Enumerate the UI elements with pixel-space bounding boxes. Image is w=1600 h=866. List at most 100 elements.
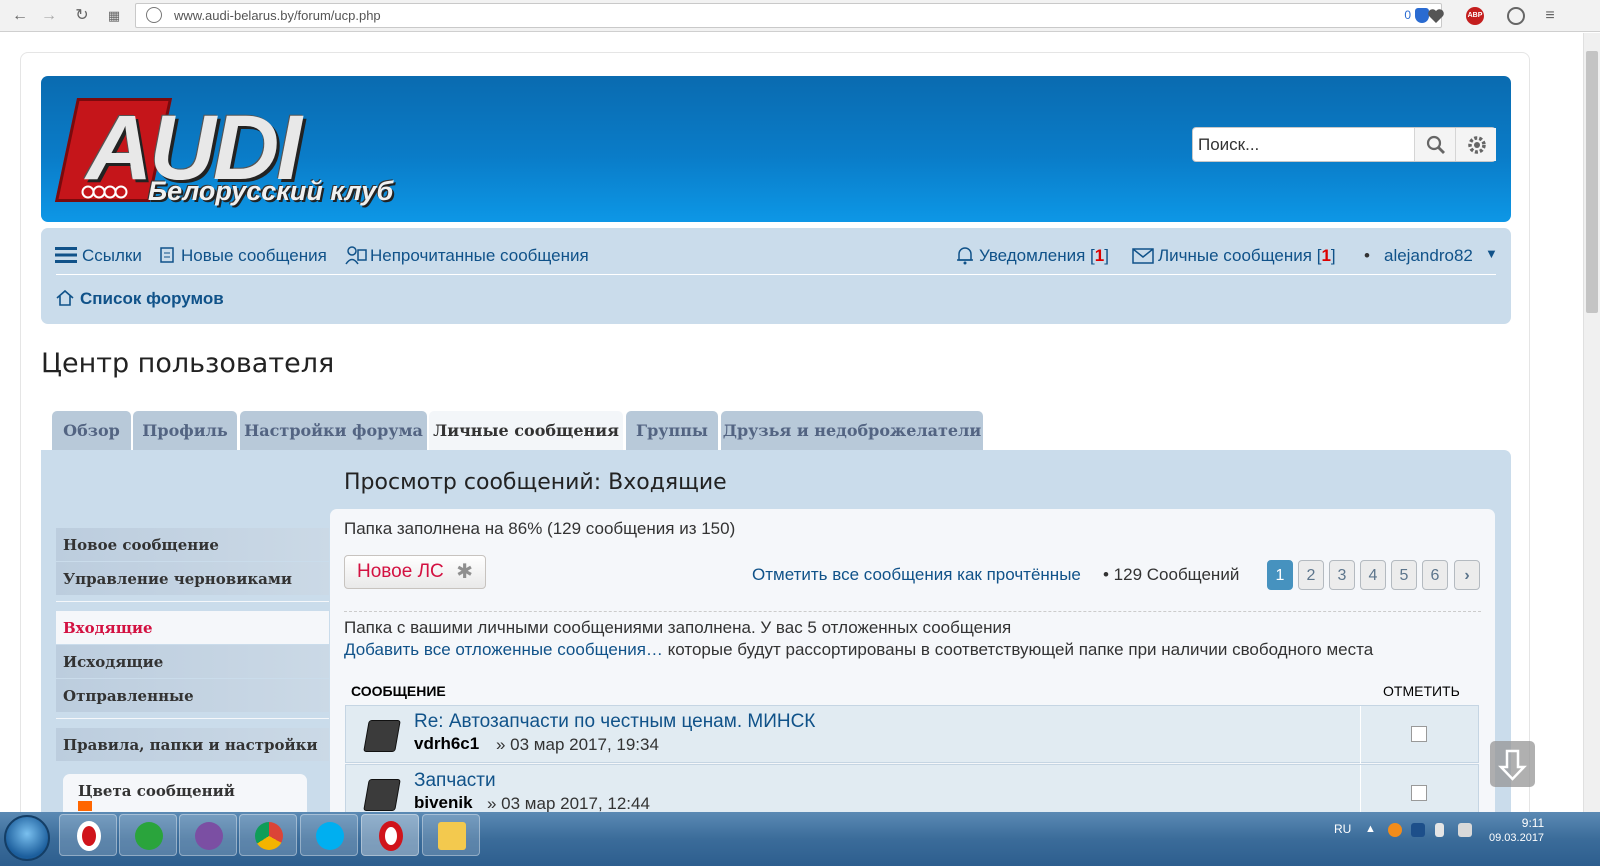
message-read-icon (363, 779, 401, 811)
heart-icon[interactable] (1426, 6, 1446, 26)
hamburger-icon[interactable] (55, 247, 77, 263)
tray-clock-date[interactable]: 09.03.2017 (1489, 832, 1544, 844)
url-text[interactable]: www.audi-belarus.by/forum/ucp.php (174, 8, 381, 23)
menu-icon[interactable]: ≡ (1540, 6, 1560, 26)
message-title-link[interactable]: Re: Автозапчасти по честным ценам. МИНСК (414, 711, 815, 733)
sidebar-item-inbox[interactable]: Входящие (56, 611, 329, 644)
dashed-divider (344, 611, 1481, 612)
speed-dial-grid-icon[interactable]: ▦ (104, 6, 124, 26)
add-held-messages-link[interactable]: Добавить все отложенные сообщения… (344, 640, 663, 659)
tab-private-messages[interactable]: Личные сообщения (429, 411, 623, 451)
username-menu[interactable]: alejandro82 (1384, 246, 1473, 266)
tab-profile[interactable]: Профиль (133, 411, 237, 450)
private-messages-link[interactable]: Личные сообщения [1] (1158, 246, 1336, 266)
sidebar-item-sent[interactable]: Отправленные (56, 679, 329, 712)
search-input[interactable] (1193, 128, 1414, 161)
network-icon[interactable] (1458, 823, 1472, 837)
gear-icon (1468, 136, 1486, 154)
chevron-down-icon[interactable]: ▼ (1485, 246, 1498, 261)
bullet-separator: • (1364, 246, 1370, 265)
pagination-page-1[interactable]: 1 (1267, 560, 1293, 590)
tray-app-icon[interactable] (1388, 823, 1402, 837)
new-pm-button[interactable]: Новое ЛС ✱ (344, 555, 486, 589)
tab-friends-foes[interactable]: Друзья и недоброжелатели (721, 411, 983, 450)
search-button[interactable] (1414, 128, 1455, 161)
arrow-down-icon (1498, 749, 1527, 781)
adblock-plus-icon[interactable]: ABP (1466, 7, 1484, 25)
navbar (41, 228, 1511, 324)
notifications-link[interactable]: Уведомления [1] (979, 246, 1109, 266)
taskbar-opera-app-active[interactable] (361, 814, 419, 856)
page-title: Центр пользователя (41, 348, 335, 379)
sidebar-item-drafts[interactable]: Управление черновиками (56, 562, 329, 595)
message-count: • 129 Сообщений (1103, 565, 1240, 584)
sidebar-item-rules-folders[interactable]: Правила, папки и настройки (56, 728, 329, 761)
download-icon[interactable] (1507, 7, 1525, 25)
message-date: » 03 мар 2017, 19:34 (496, 735, 659, 754)
taskbar-viber-app[interactable] (179, 814, 237, 856)
browser-toolbar: ← → ↻ ▦ www.audi-belarus.by/forum/ucp.ph… (0, 0, 1600, 32)
notifications-label: Уведомления (979, 246, 1086, 265)
tab-overview[interactable]: Обзор (52, 411, 131, 450)
message-mark-checkbox[interactable] (1411, 726, 1427, 742)
windows-start-button[interactable] (4, 815, 50, 861)
sidebar-item-compose[interactable]: Новое сообщение (56, 528, 329, 561)
message-title-link[interactable]: Запчасти (414, 770, 496, 792)
mail-agent-icon (135, 822, 163, 850)
bluetooth-icon[interactable] (1411, 823, 1425, 837)
mark-all-read-link[interactable]: Отметить все сообщения как прочтённые (752, 565, 1081, 585)
new-posts-link[interactable]: Новые сообщения (181, 246, 327, 266)
taskbar-skype-app[interactable] (300, 814, 358, 856)
new-posts-icon (160, 247, 174, 263)
pagination-page-4[interactable]: 4 (1360, 560, 1386, 590)
back-arrow-icon[interactable]: ← (10, 6, 30, 26)
address-bar[interactable]: www.audi-belarus.by/forum/ucp.php 0 (135, 3, 1442, 28)
pagination-page-6[interactable]: 6 (1422, 560, 1448, 590)
navbar-divider (56, 274, 1496, 275)
reload-icon[interactable]: ↻ (72, 6, 92, 26)
pagination-page-2[interactable]: 2 (1298, 560, 1324, 590)
site-info-icon[interactable] (146, 7, 162, 23)
message-author-link[interactable]: bivenik (414, 793, 473, 813)
scroll-down-button[interactable] (1490, 741, 1535, 787)
tray-clock-time[interactable]: 9:11 (1503, 816, 1563, 830)
pagination-page-3[interactable]: 3 (1329, 560, 1355, 590)
opera-icon (77, 821, 101, 851)
message-mark-checkbox[interactable] (1411, 785, 1427, 801)
held-messages-notice: Добавить все отложенные сообщения… котор… (344, 640, 1373, 660)
pagination-next-chevron-icon[interactable]: › (1454, 560, 1480, 590)
sidebar-divider (56, 718, 329, 719)
pagination-page-5[interactable]: 5 (1391, 560, 1417, 590)
page-scrollbar[interactable] (1583, 33, 1600, 829)
advanced-search-button[interactable] (1455, 128, 1496, 161)
tray-expand-icon[interactable]: ▲ (1365, 823, 1379, 837)
content-title: Просмотр сообщений: Входящие (344, 470, 727, 495)
links-menu[interactable]: Ссылки (82, 246, 142, 266)
scrollbar-thumb[interactable] (1586, 51, 1598, 313)
keyboard-language[interactable]: RU (1334, 822, 1351, 836)
sidebar-item-outbox[interactable]: Исходящие (56, 645, 329, 678)
audi-rings-icon (81, 185, 128, 199)
color-legend-swatch (78, 801, 92, 811)
column-header-message: Сообщение (351, 683, 446, 699)
unread-posts-link[interactable]: Непрочитанные сообщения (370, 246, 589, 266)
envelope-icon (1132, 248, 1154, 264)
taskbar-mail-agent-app[interactable] (119, 814, 177, 856)
taskbar-opera-app[interactable] (59, 814, 117, 856)
tab-usergroups[interactable]: Группы (626, 411, 718, 450)
asterisk-icon: ✱ (456, 561, 473, 583)
taskbar-chrome-app[interactable] (239, 814, 297, 856)
folder-icon (438, 822, 466, 850)
notifications-count: 1 (1094, 246, 1105, 265)
pm-label: Личные сообщения (1158, 246, 1312, 265)
message-date: » 03 мар 2017, 12:44 (487, 794, 650, 813)
unread-posts-icon (345, 246, 367, 265)
folder-status: Папка заполнена на 86% (129 сообщения из… (344, 519, 736, 538)
battery-icon[interactable] (1435, 823, 1444, 837)
breadcrumb-forum-index[interactable]: Список форумов (80, 289, 224, 309)
taskbar-explorer-app[interactable] (422, 814, 480, 856)
forward-arrow-icon[interactable]: → (39, 6, 59, 26)
home-icon (56, 289, 74, 306)
message-author-link[interactable]: vdrh6c1 (414, 734, 479, 754)
tab-board-preferences[interactable]: Настройки форума (240, 411, 427, 450)
